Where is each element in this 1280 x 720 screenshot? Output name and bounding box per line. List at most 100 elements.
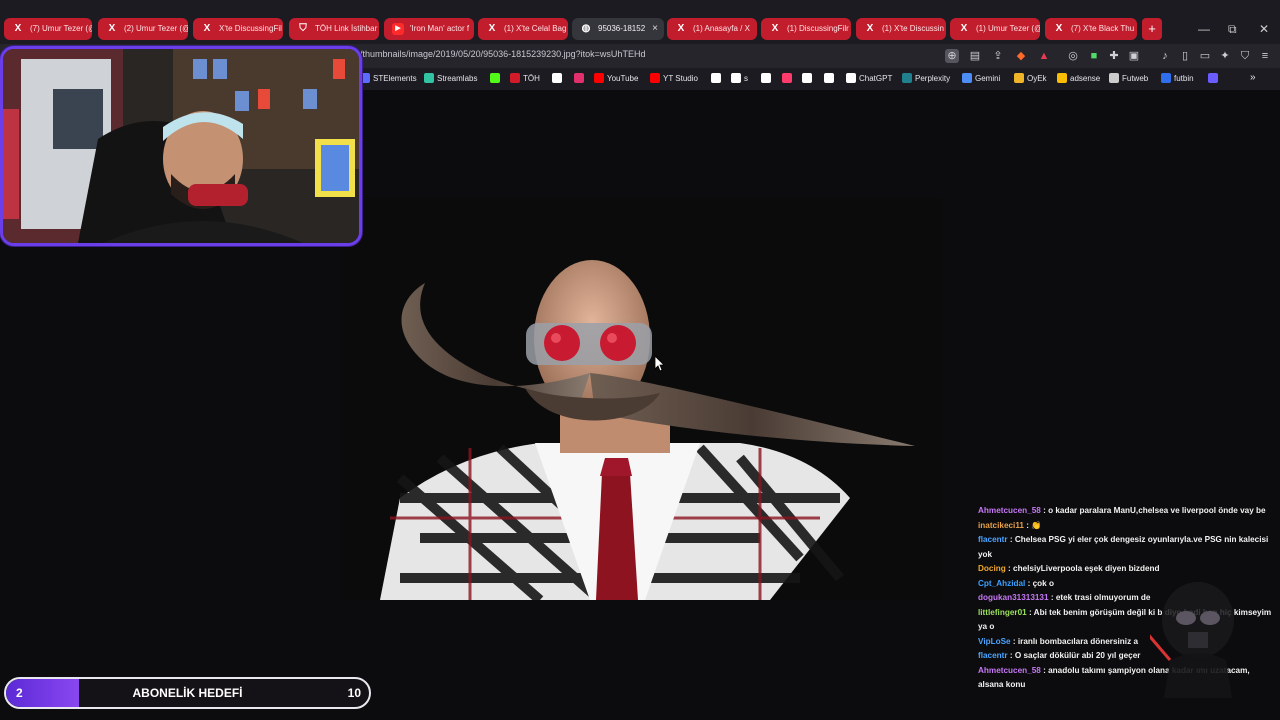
close-window-icon[interactable]: ✕ — [1259, 22, 1269, 36]
bookmark-item[interactable]: YT Studio — [650, 73, 698, 83]
tab-label: 'Iron Man' actor f — [410, 24, 470, 33]
rewards-icon[interactable]: ▲ — [1037, 49, 1051, 63]
browser-tab[interactable]: X (1) DiscussingFilr — [761, 18, 851, 40]
tab-label: (1) X'te Celal Bag — [504, 24, 567, 33]
chat-separator: : — [1040, 506, 1049, 515]
bookmark-item[interactable]: OyEk — [1014, 73, 1047, 83]
tab-label: (2) Umur Tezer (@ — [124, 24, 188, 33]
wallet-icon[interactable]: ▭ — [1198, 49, 1212, 63]
url-field[interactable]: /thumbnails/image/2019/05/20/95036-18152… — [360, 49, 645, 59]
bookmark-item[interactable] — [1208, 73, 1221, 83]
x-icon: X — [14, 23, 22, 34]
chat-username[interactable]: Cpt_Ahzidal — [978, 579, 1025, 588]
browser-tab[interactable]: ▶ 'Iron Man' actor f — [384, 18, 474, 40]
music-icon[interactable]: ♪ — [1158, 49, 1172, 63]
ai-icon[interactable]: ✦ — [1218, 49, 1232, 63]
bookmark-item[interactable]: s — [731, 73, 748, 83]
bookmark-favicon-icon — [574, 73, 584, 83]
bookmark-item[interactable]: futbin — [1161, 73, 1194, 83]
bookmark-item[interactable] — [574, 73, 587, 83]
youtube-icon: ▶ — [392, 23, 404, 35]
x-icon: X — [866, 23, 874, 34]
chat-username[interactable]: flacentr — [978, 651, 1008, 660]
browser-tab[interactable]: X (7) Umur Tezer (@ — [4, 18, 92, 40]
chat-username[interactable]: dogukan31313131 — [978, 593, 1049, 602]
browser-tab[interactable]: X (1) Umur Tezer (@ — [950, 18, 1040, 40]
goal-label: ABONELİK HEDEFİ — [132, 686, 243, 700]
tab-label: (1) DiscussingFilr — [787, 24, 849, 33]
bookmark-label: Gemini — [975, 74, 1001, 83]
bookmark-item[interactable] — [552, 73, 565, 83]
bookmark-item[interactable]: Gemini — [962, 73, 1000, 83]
extension-icon[interactable]: ◎ — [1066, 49, 1080, 63]
chat-separator: : — [1010, 636, 1018, 646]
bookmark-favicon-icon — [824, 73, 834, 83]
browser-tab[interactable]: ⛉ TÖH Link İstihbar — [289, 18, 379, 40]
zoom-icon[interactable]: ⊕ — [945, 49, 959, 63]
bookmark-item[interactable] — [782, 73, 795, 83]
browser-tab[interactable]: X (2) Umur Tezer (@ — [98, 18, 188, 40]
panel-icon[interactable]: ▯ — [1178, 49, 1192, 63]
globe-icon: ◍ — [581, 23, 591, 34]
bookmark-favicon-icon — [711, 73, 721, 83]
minimize-icon[interactable]: — — [1198, 22, 1210, 36]
bookmark-item[interactable] — [490, 73, 503, 83]
bookmark-item[interactable] — [802, 73, 815, 83]
bookmark-favicon-icon — [782, 73, 792, 83]
chat-username[interactable]: flacentr — [978, 535, 1008, 544]
bookmark-item[interactable] — [711, 73, 724, 83]
bookmark-label: adsense — [1070, 74, 1101, 83]
bookmark-favicon-icon — [902, 73, 912, 83]
reader-icon[interactable]: ▤ — [968, 49, 982, 63]
chat-username[interactable]: Docing — [978, 564, 1006, 573]
bookmark-item[interactable] — [824, 73, 837, 83]
puzzle-icon[interactable]: ✚ — [1107, 49, 1121, 63]
browser-tab[interactable]: X (1) X'te Celal Bag — [478, 18, 568, 40]
bookmark-item[interactable]: YouTube — [594, 73, 638, 83]
bookmark-favicon-icon — [510, 73, 520, 83]
chat-username[interactable]: Ahmetcucen_58 — [978, 506, 1041, 515]
sidebar-icon[interactable]: ▣ — [1127, 49, 1141, 63]
chat-separator: : — [1026, 607, 1034, 617]
x-icon: X — [960, 23, 968, 34]
brave-shield-icon[interactable]: ◆ — [1014, 49, 1028, 63]
bookmark-favicon-icon — [1208, 73, 1218, 83]
bookmark-item[interactable]: adsense — [1057, 73, 1100, 83]
bookmark-favicon-icon — [424, 73, 434, 83]
chat-username[interactable]: littlefinger01 — [978, 608, 1027, 617]
bookmark-item[interactable]: TÖH — [510, 73, 540, 83]
chat-username[interactable]: inatcikeci11 — [978, 521, 1024, 530]
chat-username[interactable]: Ahmetcucen_58 — [978, 666, 1041, 675]
browser-tab[interactable]: X (7) X'te Black Thu — [1045, 18, 1137, 40]
chat-username[interactable]: VipLoSe — [978, 637, 1011, 646]
bookmark-item[interactable]: STElements — [360, 73, 417, 83]
bookmark-item[interactable]: Perplexity — [902, 73, 950, 83]
restore-icon[interactable]: ⧉ — [1228, 22, 1237, 37]
mouse-cursor-icon — [654, 355, 665, 377]
chat-text: chelsiyLiverpoola eşek diyen bizdend — [1013, 564, 1160, 573]
browser-tab[interactable]: X (1) Anasayfa / X — [667, 18, 757, 40]
vpn-icon[interactable]: ⛉ — [1238, 49, 1252, 63]
bookmark-favicon-icon — [962, 73, 972, 83]
tab-label: (1) Anasayfa / X — [693, 24, 750, 33]
browser-tab[interactable]: ◍ 95036-18152 × — [572, 18, 664, 40]
bookmark-item[interactable]: Streamlabs — [424, 73, 477, 83]
bookmarks-overflow-icon[interactable]: » — [1250, 72, 1256, 83]
bookmark-item[interactable] — [761, 73, 774, 83]
x-icon: X — [771, 23, 779, 34]
bookmark-label: Futweb — [1122, 74, 1149, 83]
new-tab-button[interactable]: + — [1142, 18, 1162, 40]
browser-tab[interactable]: X X'te DiscussingFil — [193, 18, 283, 40]
share-icon[interactable]: ⇪ — [991, 49, 1005, 63]
x-icon: X — [1055, 23, 1063, 34]
extension-green-icon[interactable]: ■ — [1087, 49, 1101, 63]
bookmark-label: Streamlabs — [437, 74, 478, 83]
bookmark-item[interactable]: ChatGPT — [846, 73, 892, 83]
bookmark-item[interactable]: Futweb — [1109, 73, 1148, 83]
browser-tab[interactable]: X (1) X'te Discussin — [856, 18, 946, 40]
bookmark-label: OyEk — [1027, 74, 1047, 83]
chat-text: O saçlar dökülür abi 20 yıl geçer — [1014, 651, 1141, 660]
tab-label: TÖH Link İstihbar — [315, 24, 378, 33]
close-tab-icon[interactable]: × — [652, 18, 658, 40]
menu-icon[interactable]: ≡ — [1258, 49, 1272, 63]
